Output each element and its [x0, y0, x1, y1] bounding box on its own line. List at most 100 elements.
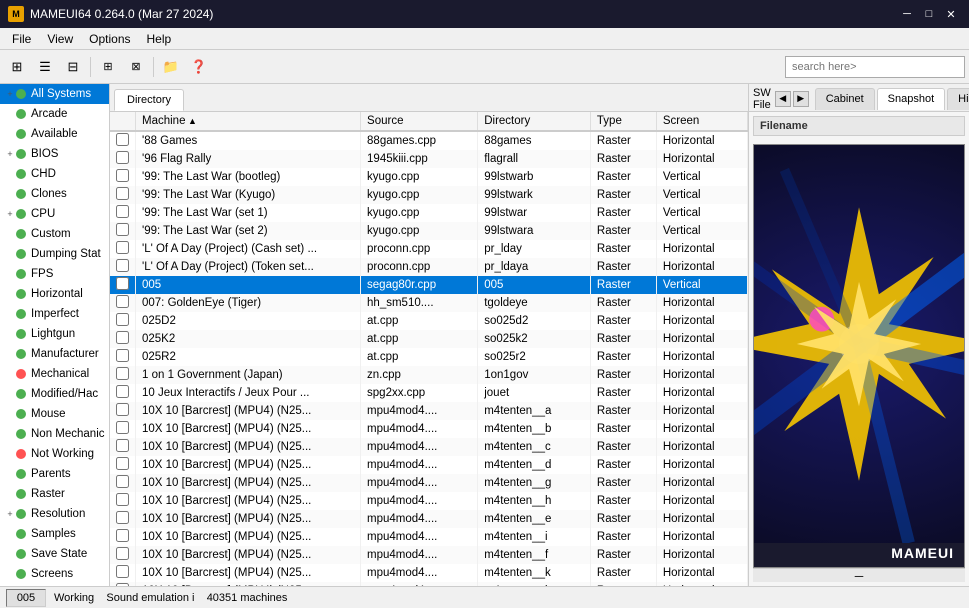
- sidebar-item-chd[interactable]: CHD: [0, 164, 109, 184]
- table-row[interactable]: 10X 10 [Barcrest] (MPU4) (N25...mpu4mod4…: [110, 510, 748, 528]
- table-row[interactable]: 10X 10 [Barcrest] (MPU4) (N25...mpu4mod4…: [110, 438, 748, 456]
- row-checkbox-9[interactable]: [116, 295, 129, 308]
- table-row[interactable]: 10X 10 [Barcrest] (MPU4) (N25...mpu4mod4…: [110, 546, 748, 564]
- sidebar-item-modified-hac[interactable]: Modified/Hac: [0, 384, 109, 404]
- row-checkbox-19[interactable]: [116, 475, 129, 488]
- toolbar-folder-button[interactable]: 📁: [158, 54, 184, 80]
- table-row[interactable]: 025R2at.cppso025r2RasterHorizontal: [110, 348, 748, 366]
- sidebar-item-custom[interactable]: Custom: [0, 224, 109, 244]
- menu-file[interactable]: File: [4, 29, 39, 49]
- sidebar-item-manufacturer[interactable]: Manufacturer: [0, 344, 109, 364]
- table-row[interactable]: 10X 10 [Barcrest] (MPU4) (N25...mpu4mod4…: [110, 456, 748, 474]
- row-checkbox-18[interactable]: [116, 457, 129, 470]
- right-scrollbar[interactable]: ─: [753, 568, 965, 582]
- nav-prev-button[interactable]: ◀: [775, 91, 791, 107]
- table-row[interactable]: 025D2at.cppso025d2RasterHorizontal: [110, 312, 748, 330]
- sidebar-item-fps[interactable]: FPS: [0, 264, 109, 284]
- toolbar-help-button[interactable]: ❓: [186, 54, 212, 80]
- menu-options[interactable]: Options: [81, 29, 138, 49]
- toolbar-view3-button[interactable]: ⊟: [60, 54, 86, 80]
- row-checkbox-20[interactable]: [116, 493, 129, 506]
- row-checkbox-13[interactable]: [116, 367, 129, 380]
- sidebar-item-save-state[interactable]: Save State: [0, 544, 109, 564]
- row-checkbox-4[interactable]: [116, 205, 129, 218]
- row-checkbox-11[interactable]: [116, 331, 129, 344]
- tab-directory[interactable]: Directory: [114, 89, 184, 111]
- table-row[interactable]: '88 Games88games.cpp88gamesRasterHorizon…: [110, 131, 748, 150]
- tab-cabinet[interactable]: Cabinet: [815, 88, 875, 110]
- sidebar-item-raster[interactable]: Raster: [0, 484, 109, 504]
- table-row[interactable]: 10X 10 [Barcrest] (MPU4) (N25...mpu4mod4…: [110, 474, 748, 492]
- row-checkbox-3[interactable]: [116, 187, 129, 200]
- table-row[interactable]: 'L' Of A Day (Project) (Token set...proc…: [110, 258, 748, 276]
- close-button[interactable]: ✕: [941, 4, 961, 24]
- sidebar-item-horizontal[interactable]: Horizontal: [0, 284, 109, 304]
- tab-history[interactable]: History: [947, 88, 969, 110]
- game-table-container[interactable]: Machine Source Directory Type Screen '88…: [110, 112, 748, 586]
- sidebar-item-all-systems[interactable]: +All Systems: [0, 84, 109, 104]
- toolbar-view5-button[interactable]: ⊠: [123, 54, 149, 80]
- sidebar-item-non-mechanic[interactable]: Non Mechanic: [0, 424, 109, 444]
- sidebar-item-arcade[interactable]: Arcade: [0, 104, 109, 124]
- row-checkbox-17[interactable]: [116, 439, 129, 452]
- sidebar-item-samples[interactable]: Samples: [0, 524, 109, 544]
- sidebar-item-clones[interactable]: Clones: [0, 184, 109, 204]
- sidebar-item-mouse[interactable]: Mouse: [0, 404, 109, 424]
- sidebar-item-screens[interactable]: Screens: [0, 564, 109, 584]
- table-row[interactable]: '99: The Last War (set 1)kyugo.cpp99lstw…: [110, 204, 748, 222]
- col-machine[interactable]: Machine: [136, 112, 361, 131]
- toolbar-view1-button[interactable]: ⊞: [4, 54, 30, 80]
- toolbar-view4-button[interactable]: ⊞: [95, 54, 121, 80]
- sidebar-item-parents[interactable]: Parents: [0, 464, 109, 484]
- col-screen[interactable]: Screen: [656, 112, 747, 131]
- row-checkbox-21[interactable]: [116, 511, 129, 524]
- maximize-button[interactable]: □: [919, 4, 939, 24]
- row-checkbox-7[interactable]: [116, 259, 129, 272]
- sidebar-item-not-working[interactable]: Not Working: [0, 444, 109, 464]
- row-checkbox-6[interactable]: [116, 241, 129, 254]
- col-source[interactable]: Source: [361, 112, 478, 131]
- row-checkbox-1[interactable]: [116, 151, 129, 164]
- col-directory[interactable]: Directory: [478, 112, 591, 131]
- sidebar-item-available[interactable]: Available: [0, 124, 109, 144]
- table-row[interactable]: '99: The Last War (Kyugo)kyugo.cpp99lstw…: [110, 186, 748, 204]
- menu-view[interactable]: View: [39, 29, 81, 49]
- table-row[interactable]: 007: GoldenEye (Tiger)hh_sm510....tgolde…: [110, 294, 748, 312]
- menu-help[interactable]: Help: [139, 29, 180, 49]
- sidebar-item-dumping-stat[interactable]: Dumping Stat: [0, 244, 109, 264]
- table-row[interactable]: '99: The Last War (set 2)kyugo.cpp99lstw…: [110, 222, 748, 240]
- sidebar-item-resolution[interactable]: +Resolution: [0, 504, 109, 524]
- row-checkbox-5[interactable]: [116, 223, 129, 236]
- table-row[interactable]: 025K2at.cppso025k2RasterHorizontal: [110, 330, 748, 348]
- row-checkbox-14[interactable]: [116, 385, 129, 398]
- nav-next-button[interactable]: ▶: [793, 91, 809, 107]
- table-row[interactable]: 10X 10 [Barcrest] (MPU4) (N25...mpu4mod4…: [110, 402, 748, 420]
- row-checkbox-15[interactable]: [116, 403, 129, 416]
- table-row[interactable]: 005segag80r.cpp005RasterVertical: [110, 276, 748, 294]
- table-row[interactable]: '96 Flag Rally1945kiii.cppflagrallRaster…: [110, 150, 748, 168]
- sidebar-item-lightgun[interactable]: Lightgun: [0, 324, 109, 344]
- table-row[interactable]: 'L' Of A Day (Project) (Cash set) ...pro…: [110, 240, 748, 258]
- col-check[interactable]: [110, 112, 136, 131]
- row-checkbox-10[interactable]: [116, 313, 129, 326]
- table-row[interactable]: 10X 10 [Barcrest] (MPU4) (N25...mpu4mod4…: [110, 420, 748, 438]
- row-checkbox-0[interactable]: [116, 133, 129, 146]
- sidebar-item-imperfect[interactable]: Imperfect: [0, 304, 109, 324]
- table-row[interactable]: 10 Jeux Interactifs / Jeux Pour ...spg2x…: [110, 384, 748, 402]
- table-row[interactable]: 1 on 1 Government (Japan)zn.cpp1on1govRa…: [110, 366, 748, 384]
- row-checkbox-16[interactable]: [116, 421, 129, 434]
- row-checkbox-24[interactable]: [116, 565, 129, 578]
- table-row[interactable]: '99: The Last War (bootleg)kyugo.cpp99ls…: [110, 168, 748, 186]
- col-type[interactable]: Type: [590, 112, 656, 131]
- row-checkbox-22[interactable]: [116, 529, 129, 542]
- table-row[interactable]: 10X 10 [Barcrest] (MPU4) (N25...mpu4mod4…: [110, 528, 748, 546]
- minimize-button[interactable]: ─: [897, 4, 917, 24]
- sidebar-item-cpu[interactable]: +CPU: [0, 204, 109, 224]
- toolbar-view2-button[interactable]: ☰: [32, 54, 58, 80]
- row-checkbox-8[interactable]: [116, 277, 129, 290]
- row-checkbox-2[interactable]: [116, 169, 129, 182]
- sidebar-item-bios[interactable]: +BIOS: [0, 144, 109, 164]
- row-checkbox-12[interactable]: [116, 349, 129, 362]
- table-row[interactable]: 10X 10 [Barcrest] (MPU4) (N25...mpu4mod4…: [110, 492, 748, 510]
- sidebar-item-mechanical[interactable]: Mechanical: [0, 364, 109, 384]
